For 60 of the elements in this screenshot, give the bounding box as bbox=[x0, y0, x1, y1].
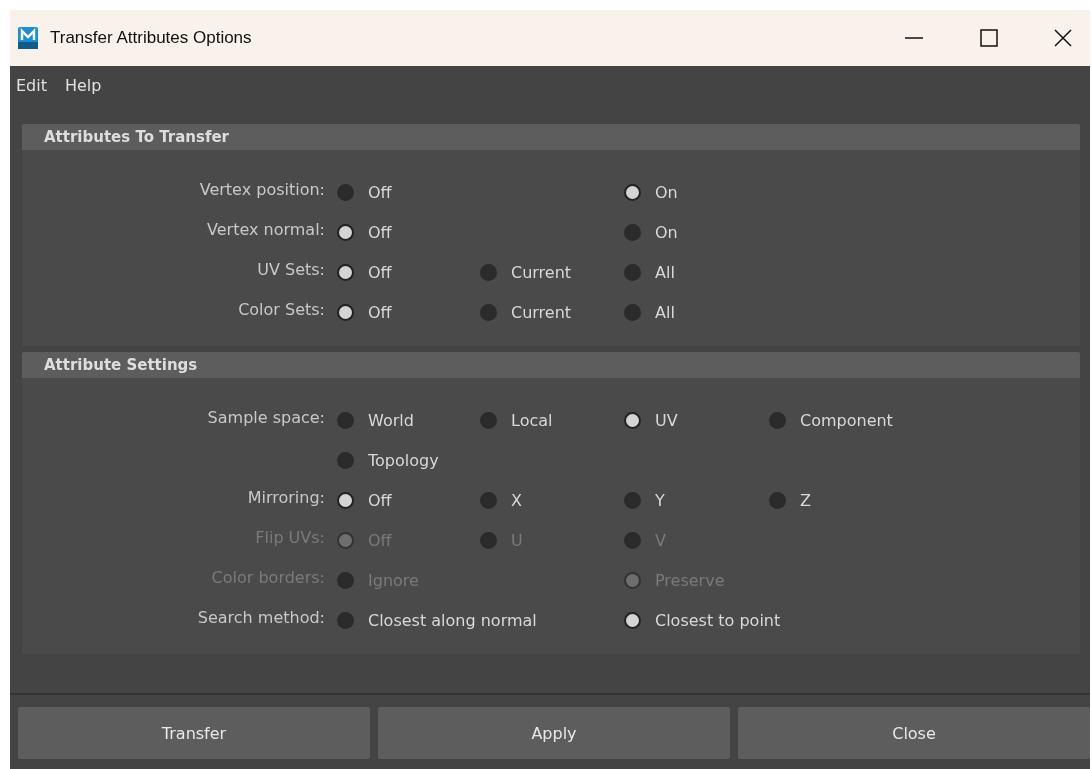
field-label: UV Sets: bbox=[256, 259, 325, 281]
radio-label: World bbox=[368, 410, 414, 430]
radio-button[interactable] bbox=[624, 183, 641, 201]
radio-button[interactable] bbox=[624, 303, 641, 321]
radio-button[interactable] bbox=[480, 411, 497, 429]
radio-button[interactable] bbox=[624, 611, 641, 629]
section-header[interactable]: Attributes To Transfer bbox=[22, 124, 1080, 150]
radio-button[interactable] bbox=[769, 411, 786, 429]
radio-button[interactable] bbox=[337, 411, 354, 429]
radio-button[interactable] bbox=[480, 491, 497, 509]
maximize-icon[interactable] bbox=[980, 29, 998, 47]
radio-button[interactable] bbox=[480, 263, 497, 281]
radio-label: On bbox=[655, 222, 678, 242]
radio-button[interactable] bbox=[624, 411, 641, 429]
radio-label: Off bbox=[368, 262, 392, 282]
radio-button[interactable] bbox=[624, 491, 641, 509]
radio-label: Off bbox=[368, 222, 392, 242]
radio-button[interactable] bbox=[624, 223, 641, 241]
radio-button[interactable] bbox=[624, 263, 641, 281]
radio-label: X bbox=[511, 490, 522, 510]
radio-button[interactable] bbox=[337, 183, 354, 201]
radio-button[interactable] bbox=[337, 451, 354, 469]
radio-label: On bbox=[655, 182, 678, 202]
radio-button[interactable] bbox=[337, 263, 354, 281]
radio-label: All bbox=[655, 262, 675, 282]
radio-label: Closest to point bbox=[655, 610, 781, 630]
radio-label: Current bbox=[511, 262, 572, 282]
menu-item[interactable]: Edit bbox=[16, 76, 47, 106]
radio-button[interactable] bbox=[337, 491, 354, 509]
radio-button[interactable] bbox=[337, 223, 354, 241]
app-logo-icon bbox=[18, 27, 38, 49]
radio-button[interactable] bbox=[769, 491, 786, 509]
section-header[interactable]: Attribute Settings bbox=[22, 352, 1080, 378]
radio-button[interactable] bbox=[337, 611, 354, 629]
radio-button[interactable] bbox=[480, 303, 497, 321]
dialog-button[interactable]: Close bbox=[738, 707, 1090, 759]
field-label: Color Sets: bbox=[237, 299, 325, 321]
radio-label: Closest along normal bbox=[368, 610, 537, 630]
radio-label: Component bbox=[800, 410, 893, 430]
radio-label: Z bbox=[800, 490, 811, 510]
field-label: Vertex position: bbox=[198, 179, 325, 201]
field-label: Search method: bbox=[196, 607, 325, 629]
radio-label: Local bbox=[511, 410, 553, 430]
radio-label: UV bbox=[655, 410, 678, 430]
radio-label: Y bbox=[655, 490, 665, 510]
field-label: Vertex normal: bbox=[206, 219, 325, 241]
radio-button[interactable] bbox=[337, 303, 354, 321]
dialog-button[interactable]: Apply bbox=[378, 707, 730, 759]
radio-label: Off bbox=[368, 302, 392, 322]
radio-label: Topology bbox=[368, 450, 439, 470]
field-label: Sample space: bbox=[206, 407, 325, 429]
menu-item[interactable]: Help bbox=[65, 76, 102, 106]
close-icon[interactable] bbox=[1054, 29, 1072, 47]
window-title: Transfer Attributes Options bbox=[50, 28, 252, 48]
dialog-button[interactable]: Transfer bbox=[18, 707, 370, 759]
field-label: Mirroring: bbox=[246, 487, 325, 509]
radio-label: Off bbox=[368, 182, 392, 202]
radio-label: All bbox=[655, 302, 675, 322]
radio-label: Off bbox=[368, 490, 392, 510]
radio-label: Current bbox=[511, 302, 572, 322]
